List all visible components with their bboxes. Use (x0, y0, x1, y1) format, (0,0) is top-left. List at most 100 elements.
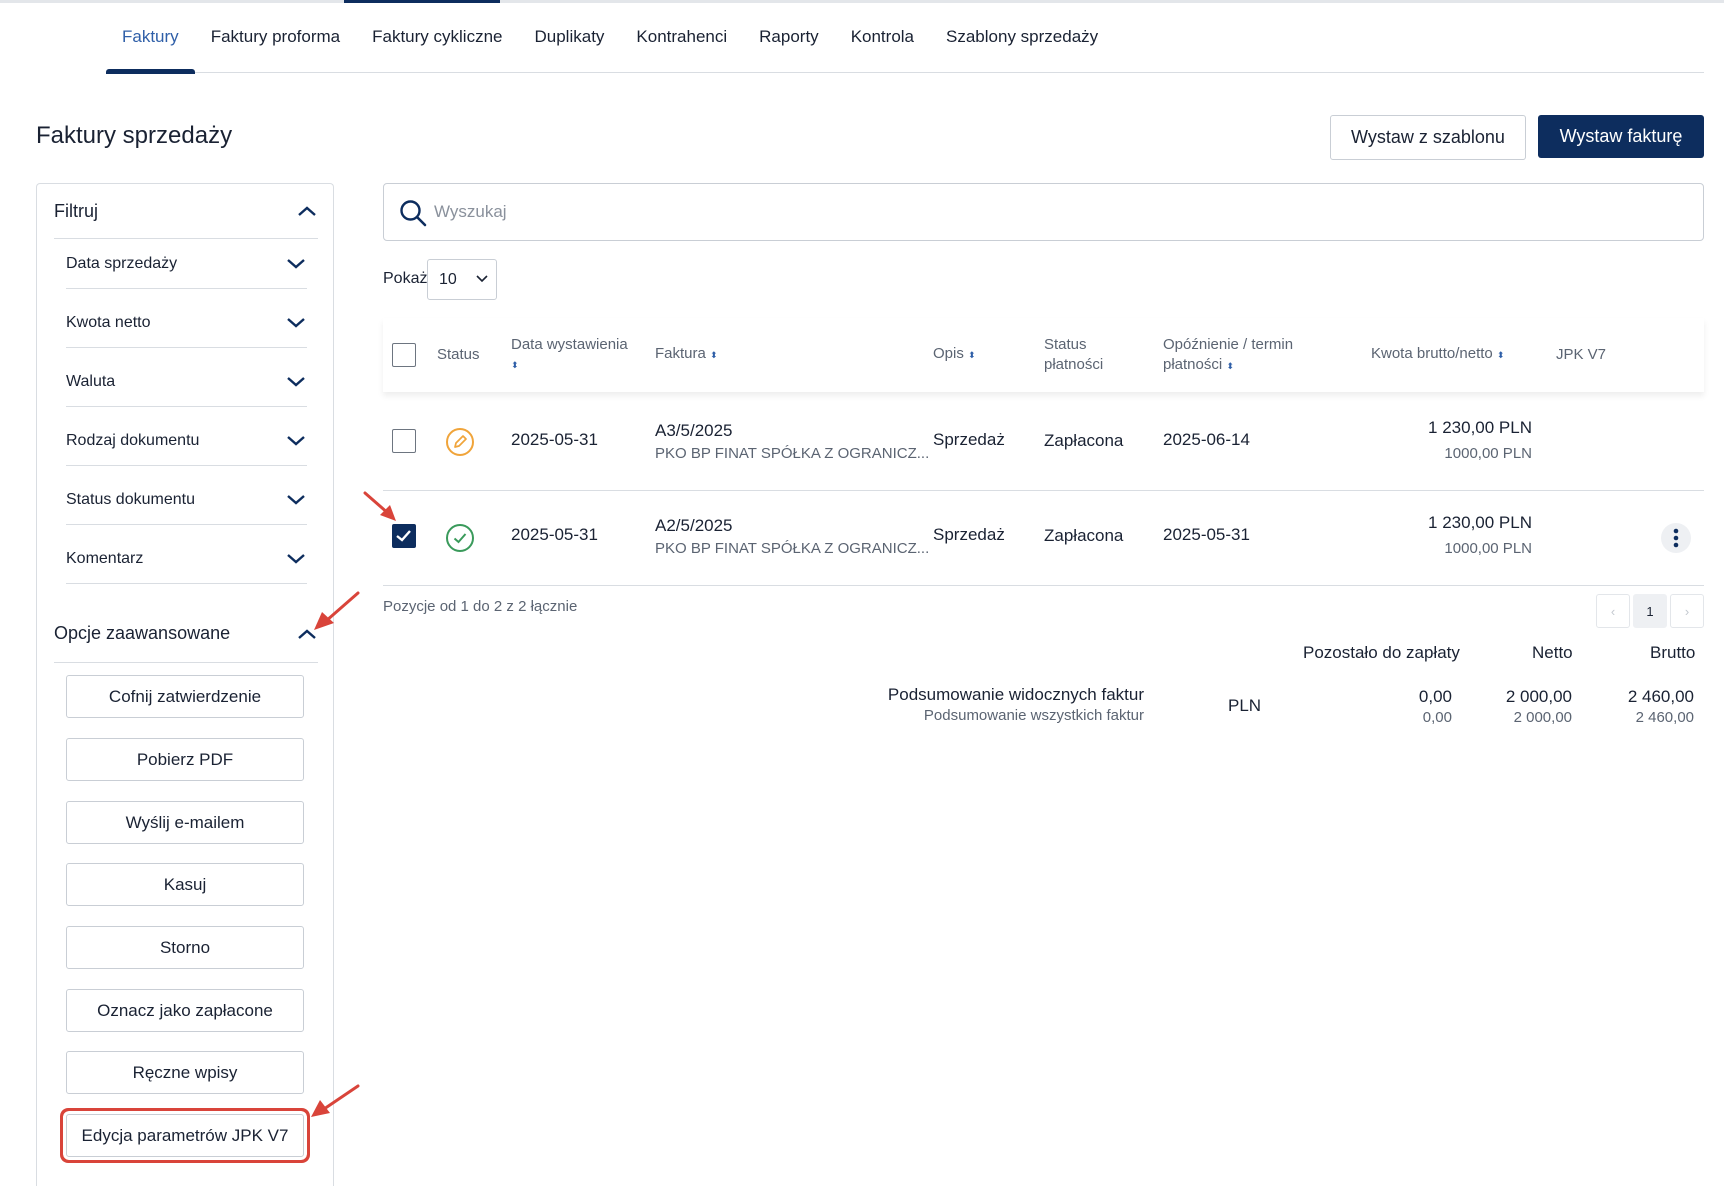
filter-label: Data sprzedaży (66, 254, 178, 272)
search-icon (400, 200, 427, 227)
advanced-options-title: Opcje zaawansowane (54, 623, 231, 643)
filter-document-status[interactable]: Status dokumentu (66, 475, 307, 525)
tab-faktury-proforma[interactable]: Faktury proforma (195, 0, 356, 73)
payment-status: Zapłacona (1044, 526, 1124, 545)
row-checkbox[interactable] (392, 429, 416, 453)
edit-jpk-v7-button[interactable]: Edycja parametrów JPK V7 (61, 1109, 309, 1162)
client-name: PKO BP FINAT SPÓŁKA Z OGRANICZ... (655, 540, 930, 557)
filter-document-type[interactable]: Rodzaj dokumentu (66, 416, 307, 466)
summary-header-net: Netto (1532, 643, 1573, 662)
filter-currency[interactable]: Waluta (66, 357, 307, 407)
net-amount: 1000,00 PLN (1444, 540, 1532, 557)
download-pdf-button[interactable]: Pobierz PDF (66, 738, 304, 781)
filter-label: Kwota netto (66, 313, 151, 331)
gross-amount: 1 230,00 PLN (1428, 513, 1532, 532)
header-label: Opis (933, 345, 964, 362)
filter-label: Waluta (66, 372, 116, 390)
chevron-down-icon (287, 376, 305, 387)
gross-amount: 1 230,00 PLN (1428, 418, 1532, 437)
page-size-value: 10 (439, 270, 457, 288)
header-amount[interactable]: Kwota brutto/netto ⬍ (1371, 344, 1504, 365)
table-row[interactable]: 2025-05-31 A2/5/2025 PKO BP FINAT SPÓŁKA… (383, 491, 1704, 586)
sort-icon: ⬍ (1496, 350, 1505, 360)
table-row[interactable]: 2025-05-31 A3/5/2025 PKO BP FINAT SPÓŁKA… (383, 396, 1704, 491)
checkmark-icon (396, 530, 411, 542)
filter-label: Komentarz (66, 549, 144, 567)
filter-net-amount[interactable]: Kwota netto (66, 298, 307, 348)
advanced-options-header[interactable]: Opcje zaawansowane (54, 605, 318, 663)
filter-sale-date[interactable]: Data sprzedaży (66, 239, 307, 289)
net-amount: 1000,00 PLN (1444, 445, 1532, 462)
pencil-circle-icon (446, 428, 474, 456)
page-title: Faktury sprzedaży (36, 122, 233, 149)
header-status: Status (437, 346, 480, 363)
kebab-menu-icon (1673, 528, 1679, 548)
tab-kontrola[interactable]: Kontrola (835, 0, 930, 73)
tab-duplikaty[interactable]: Duplikaty (519, 0, 621, 73)
tab-kontrahenci[interactable]: Kontrahenci (620, 0, 743, 73)
annotation-arrow-icon (363, 491, 396, 521)
page-1-button[interactable]: 1 (1633, 594, 1667, 628)
summary-all-gross: 2 460,00 (1635, 709, 1694, 726)
sort-icon: ⬍ (710, 350, 718, 360)
filter-comment[interactable]: Komentarz (66, 534, 307, 584)
check-circle-icon (446, 524, 474, 552)
summary-all-remaining: 0,00 (1422, 709, 1452, 726)
search-input[interactable] (434, 194, 1684, 230)
pagination-info: Pozycje od 1 do 2 z 2 łącznie (383, 598, 578, 615)
header-payment-status: Status płatności (1044, 335, 1103, 375)
invoice-number[interactable]: A3/5/2025 (655, 421, 733, 441)
header-label: Kwota brutto/netto (1371, 345, 1493, 362)
storno-button[interactable]: Storno (66, 926, 304, 969)
delete-button[interactable]: Kasuj (66, 863, 304, 906)
annotation-arrow-icon (311, 1084, 360, 1117)
header-label: płatności (1044, 356, 1104, 373)
summary-header-remaining: Pozostało do zapłaty (1303, 643, 1460, 662)
row-actions-menu[interactable] (1661, 523, 1691, 553)
header-label: Opóźnienie / termin (1163, 336, 1294, 353)
summary-currency: PLN (1228, 696, 1262, 715)
annotation-arrow-icon (314, 591, 360, 630)
header-issue-date[interactable]: Data wystawienia ⬍ (511, 335, 628, 375)
header-label: Data wystawienia (511, 336, 628, 353)
header-delay[interactable]: Opóźnienie / termin płatności ⬍ (1163, 335, 1293, 376)
row-checkbox[interactable] (392, 524, 416, 548)
due-date: 2025-05-31 (1163, 525, 1250, 544)
undo-approval-button[interactable]: Cofnij zatwierdzenie (66, 675, 304, 718)
header-label: płatności (1163, 356, 1223, 373)
select-all-checkbox[interactable] (392, 343, 416, 367)
filter-label: Status dokumentu (66, 490, 195, 508)
summary-visible-gross: 2 460,00 (1627, 687, 1694, 706)
issue-from-template-button[interactable]: Wystaw z szablonu (1330, 115, 1526, 160)
chevron-down-icon (287, 317, 305, 328)
issue-date: 2025-05-31 (511, 525, 598, 544)
search-box (383, 183, 1704, 241)
tab-szablony-sprzedazy[interactable]: Szablony sprzedaży (930, 0, 1114, 73)
tab-raporty[interactable]: Raporty (743, 0, 835, 73)
filter-section-header[interactable]: Filtruj (54, 184, 318, 239)
header-description[interactable]: Opis ⬍ (933, 344, 976, 365)
summary-all-net: 2 000,00 (1513, 709, 1572, 726)
chevron-down-icon (287, 494, 305, 505)
invoice-number[interactable]: A2/5/2025 (655, 516, 733, 536)
next-page-button[interactable]: › (1670, 594, 1704, 628)
filter-title: Filtruj (54, 200, 98, 221)
tab-faktury-cykliczne[interactable]: Faktury cykliczne (356, 0, 518, 73)
table-header: Status Data wystawienia ⬍ Faktura ⬍ Opis… (383, 318, 1704, 392)
send-email-button[interactable]: Wyślij e-mailem (66, 801, 304, 844)
mark-paid-button[interactable]: Oznacz jako zapłacone (66, 989, 304, 1032)
prev-page-button[interactable]: ‹ (1596, 594, 1630, 628)
summary-header-gross: Brutto (1650, 643, 1696, 662)
header-invoice[interactable]: Faktura ⬍ (655, 344, 718, 365)
chevron-down-icon (476, 275, 488, 283)
page-size-select[interactable]: 10 (427, 259, 497, 300)
summary-visible-remaining: 0,00 (1418, 687, 1452, 706)
issue-invoice-button[interactable]: Wystaw fakturę (1538, 115, 1704, 158)
chevron-up-icon (298, 206, 316, 216)
manual-entries-button[interactable]: Ręczne wpisy (66, 1051, 304, 1094)
sort-icon: ⬍ (511, 360, 519, 370)
header-label: Faktura (655, 345, 706, 362)
main-tabs: Faktury Faktury proforma Faktury cyklicz… (106, 0, 1704, 74)
description: Sprzedaż (933, 430, 1005, 449)
tab-faktury[interactable]: Faktury (106, 0, 195, 74)
